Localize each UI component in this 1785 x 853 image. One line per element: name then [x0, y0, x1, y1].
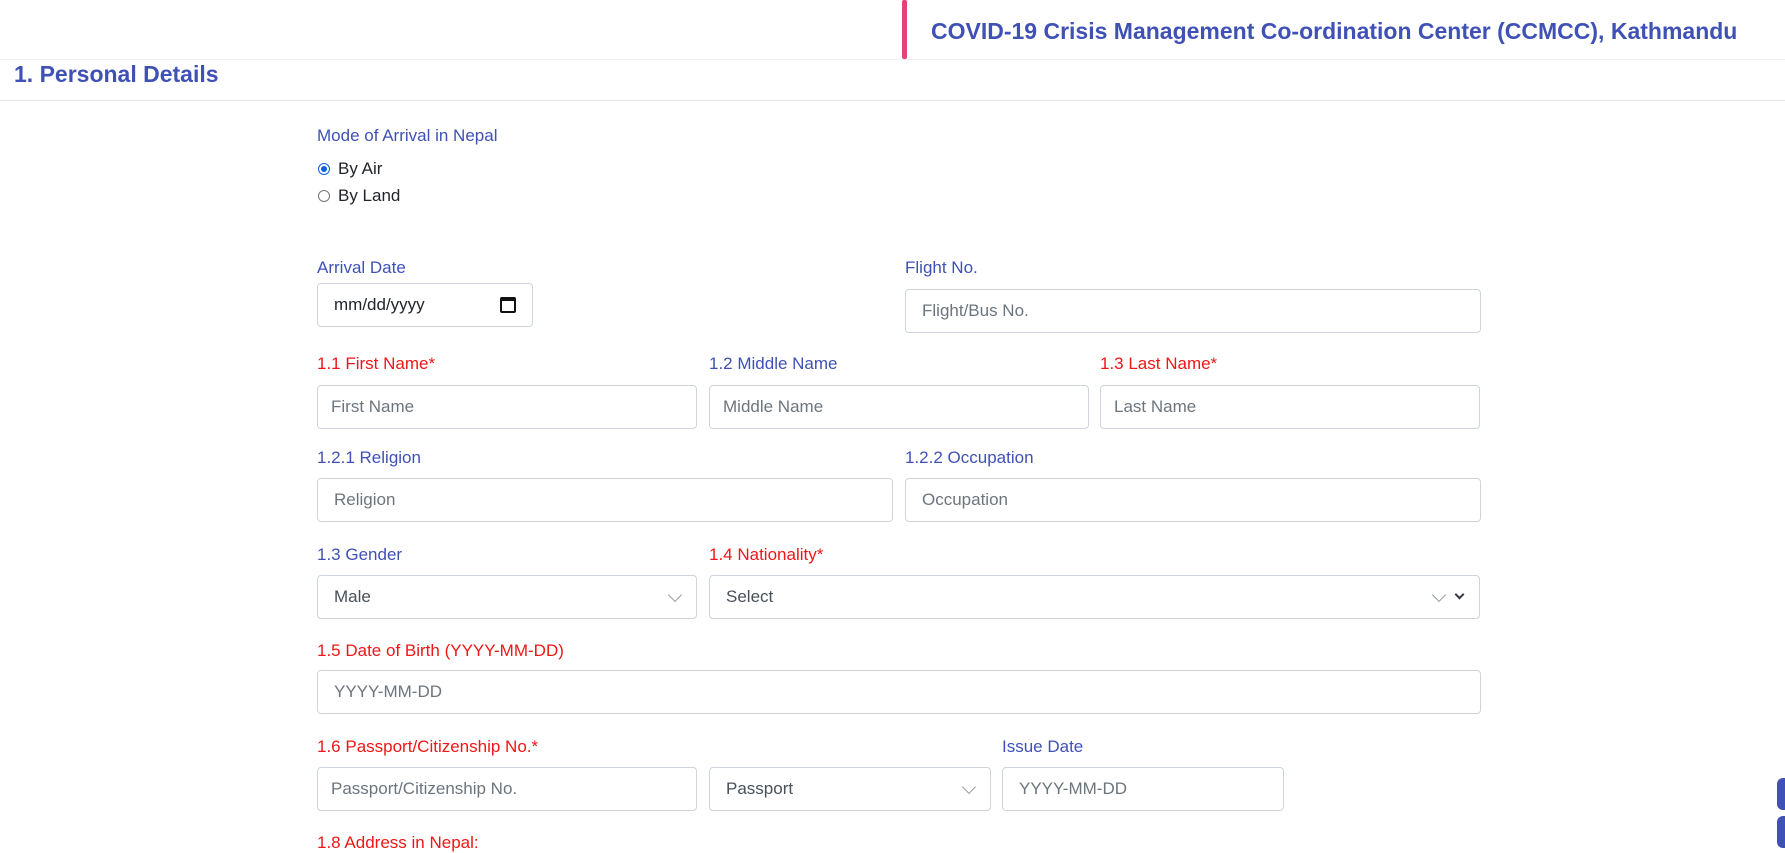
passport-input[interactable]: Passport/Citizenship No.	[317, 767, 697, 811]
radio-unselected-icon[interactable]	[318, 190, 330, 202]
occupation-input[interactable]: Occupation	[905, 478, 1481, 522]
arrival-date-input[interactable]: mm/dd/yyyy	[317, 283, 533, 327]
flight-no-placeholder: Flight/Bus No.	[922, 301, 1029, 320]
dob-label: 1.5 Date of Birth (YYYY-MM-DD)	[317, 641, 564, 660]
first-name-input[interactable]: First Name	[317, 385, 697, 429]
floating-side-button[interactable]	[1777, 816, 1785, 848]
arrival-mode-label: Mode of Arrival in Nepal	[317, 126, 498, 145]
chevron-down-icon	[1431, 587, 1447, 602]
radio-by-land[interactable]: By Land	[318, 186, 400, 206]
passport-label: 1.6 Passport/Citizenship No.*	[317, 737, 539, 756]
issue-date-input[interactable]: YYYY-MM-DD	[1002, 767, 1284, 811]
organization-title: COVID-19 Crisis Management Co-ordination…	[931, 18, 1738, 44]
chevron-down-icon	[667, 587, 683, 602]
gender-value: Male	[334, 587, 371, 606]
dob-placeholder: YYYY-MM-DD	[334, 682, 442, 701]
arrival-date-label: Arrival Date	[317, 258, 406, 277]
document-type-select[interactable]: Passport	[709, 767, 991, 811]
nationality-select[interactable]: Select	[709, 575, 1480, 619]
nationality-label: 1.4 Nationality*	[709, 545, 824, 564]
arrival-date-placeholder: mm/dd/yyyy	[334, 295, 425, 314]
last-name-placeholder: Last Name	[1114, 397, 1197, 416]
first-name-label: 1.1 First Name*	[317, 354, 436, 373]
radio-selected-icon[interactable]	[318, 163, 330, 175]
last-name-label: 1.3 Last Name*	[1100, 354, 1218, 373]
first-name-placeholder: First Name	[331, 397, 415, 416]
header-accent-bar	[902, 0, 907, 59]
flight-no-label: Flight No.	[905, 258, 978, 277]
radio-by-air-label: By Air	[338, 159, 383, 178]
dob-input[interactable]: YYYY-MM-DD	[317, 670, 1481, 714]
gender-select[interactable]: Male	[317, 575, 697, 619]
occupation-label: 1.2.2 Occupation	[905, 448, 1034, 467]
document-type-value: Passport	[726, 779, 794, 798]
calendar-icon[interactable]	[500, 297, 516, 313]
religion-label: 1.2.1 Religion	[317, 448, 421, 467]
occupation-placeholder: Occupation	[922, 490, 1008, 509]
issue-date-label: Issue Date	[1002, 737, 1084, 756]
religion-placeholder: Religion	[334, 490, 396, 509]
middle-name-label: 1.2 Middle Name	[709, 354, 838, 373]
chevron-down-icon	[961, 779, 977, 794]
floating-side-button[interactable]	[1777, 778, 1785, 810]
issue-date-placeholder: YYYY-MM-DD	[1019, 779, 1127, 798]
section-header	[0, 60, 1785, 101]
last-name-input[interactable]: Last Name	[1100, 385, 1480, 429]
flight-no-input[interactable]: Flight/Bus No.	[905, 289, 1481, 333]
radio-by-air[interactable]: By Air	[318, 159, 382, 179]
passport-placeholder: Passport/Citizenship No.	[331, 779, 518, 798]
address-label: 1.8 Address in Nepal:	[317, 833, 479, 852]
radio-by-land-label: By Land	[338, 186, 401, 205]
gender-label: 1.3 Gender	[317, 545, 403, 564]
religion-input[interactable]: Religion	[317, 478, 893, 522]
middle-name-placeholder: Middle Name	[723, 397, 824, 416]
section-title: 1. Personal Details	[14, 61, 219, 87]
chevron-down-icon	[1454, 589, 1465, 600]
nationality-value: Select	[726, 587, 774, 606]
middle-name-input[interactable]: Middle Name	[709, 385, 1089, 429]
